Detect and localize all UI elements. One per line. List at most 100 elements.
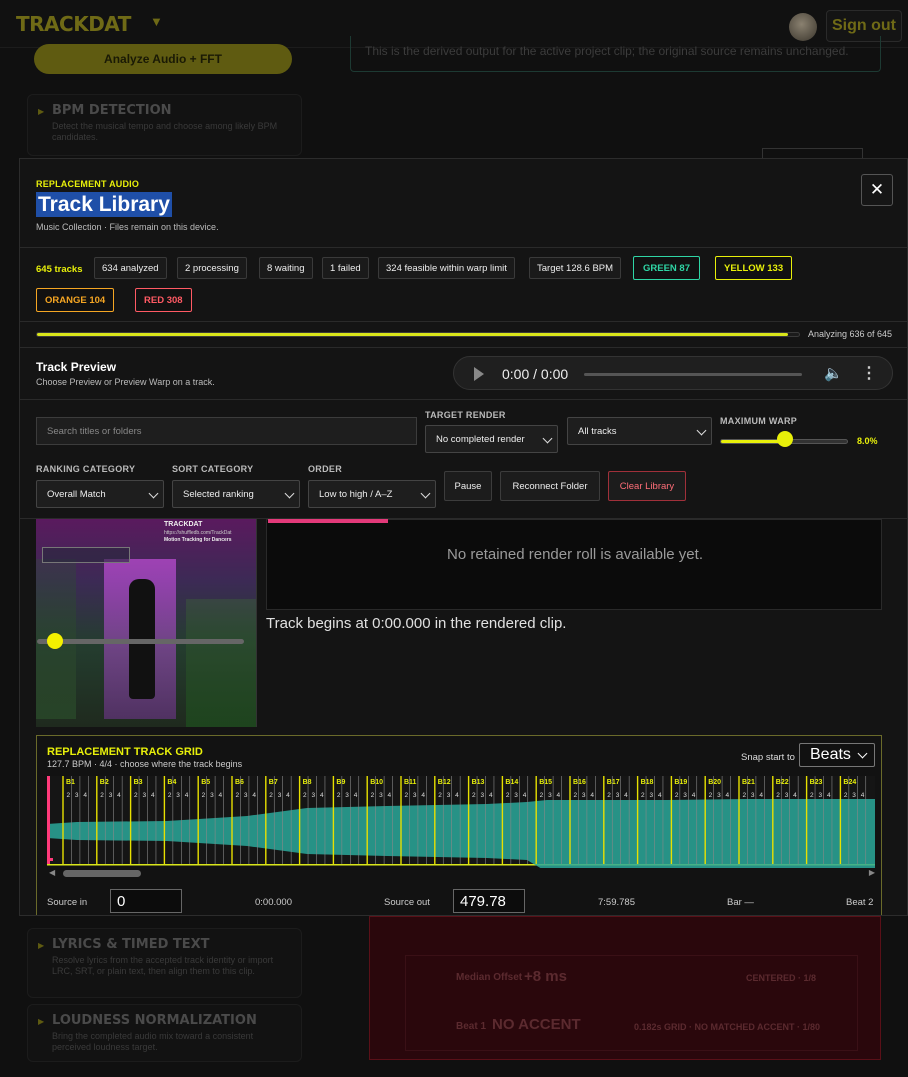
sort-select[interactable]: Selected ranking [172, 480, 300, 508]
source-out-time: 7:59.785 [598, 897, 635, 908]
divider [20, 399, 907, 400]
track-count: 645 tracks [36, 264, 83, 275]
sort-label: SORT CATEGORY [172, 464, 254, 474]
beat-label: 3 [582, 792, 586, 799]
beat-one-label: Beat 1 [456, 1021, 487, 1032]
beat-label: 2 [438, 792, 442, 799]
beat-label: 2 [709, 792, 713, 799]
side-card-bpm[interactable]: ▶ BPM DETECTION Detect the musical tempo… [27, 94, 302, 156]
video-preview[interactable]: TRACKDAT https://shuffledb.com/TrackDat … [36, 519, 257, 727]
video-overlay-panel [42, 547, 130, 563]
beat-label: 4 [354, 792, 358, 799]
scroll-right-icon[interactable]: ▶ [869, 868, 875, 877]
source-in-input[interactable]: 0 [110, 889, 182, 913]
beat-label: 2 [573, 792, 577, 799]
analyze-audio-button[interactable]: Analyze Audio + FFT [34, 44, 292, 74]
bar-label: B13 [472, 779, 485, 786]
side-card-lyrics[interactable]: ▶ LYRICS & TIMED TEXT Resolve lyrics fro… [27, 928, 302, 998]
audio-time: 0:00 / 0:00 [502, 366, 569, 382]
scroll-left-icon[interactable]: ◀ [49, 868, 55, 877]
beat-label: 4 [117, 792, 121, 799]
yellow-filter-chip[interactable]: YELLOW 133 [715, 256, 793, 280]
pause-button[interactable]: Pause [444, 471, 492, 501]
source-out-input[interactable]: 479.78 [453, 889, 525, 913]
orange-filter-chip[interactable]: ORANGE 104 [36, 288, 115, 312]
more-options-icon[interactable]: ⋮ [861, 363, 877, 383]
beat-label: 2 [371, 792, 375, 799]
source-in-label: Source in [47, 897, 88, 908]
clear-library-button[interactable]: Clear Library [608, 471, 686, 501]
reconnect-folder-button[interactable]: Reconnect Folder [500, 471, 600, 501]
chevron-down-icon[interactable]: ▼ [150, 14, 163, 29]
beat-label: 3 [278, 792, 282, 799]
beat-label: 4 [557, 792, 561, 799]
snap-select[interactable]: Beats [799, 743, 875, 767]
beat-label: 3 [785, 792, 789, 799]
bar-label: B4 [167, 779, 176, 786]
analysis-progress-bar [36, 332, 800, 337]
max-warp-thumb[interactable] [777, 431, 794, 447]
render-roll-panel: No retained render roll is available yet… [266, 519, 882, 610]
caret-right-icon: ▶ [38, 1017, 45, 1026]
beat-label: 4 [523, 792, 527, 799]
beat-label: 2 [168, 792, 172, 799]
beat-label: 3 [819, 792, 823, 799]
beat-label: 4 [658, 792, 662, 799]
beat-label: 3 [683, 792, 687, 799]
bar-label: B14 [505, 779, 518, 786]
divider [20, 347, 907, 348]
bar-label: B11 [404, 779, 417, 786]
side-card-loudness[interactable]: ▶ LOUDNESS NORMALIZATION Bring the compl… [27, 1004, 302, 1062]
target-render-value: No completed render [436, 433, 525, 445]
beat-label: 3 [717, 792, 721, 799]
brand-logo[interactable]: TRACKDAT [16, 12, 131, 36]
median-offset-status: CENTERED · 1/8 [746, 973, 817, 983]
target-render-select[interactable]: No completed render [425, 425, 558, 453]
side-card-title: LYRICS & TIMED TEXT [52, 937, 210, 952]
beat-label: 3 [751, 792, 755, 799]
beat-analysis-inner [405, 955, 858, 1051]
beat-label: 3 [548, 792, 552, 799]
beat-label: 2 [844, 792, 848, 799]
max-warp-value: 8.0% [857, 436, 878, 446]
audio-seek-bar[interactable] [584, 373, 802, 376]
target-render-label: TARGET RENDER [425, 410, 506, 420]
grid-scrollbar[interactable]: ◀ ▶ [47, 868, 875, 878]
video-scrubber-thumb[interactable] [47, 633, 63, 649]
ranking-select[interactable]: Overall Match [36, 480, 164, 508]
bar-label: B16 [573, 779, 586, 786]
green-filter-chip[interactable]: GREEN 87 [633, 256, 700, 280]
beat-label: 2 [641, 792, 645, 799]
preview-title: Track Preview [36, 360, 117, 374]
modal-subtitle: Music Collection · Files remain on this … [36, 222, 219, 232]
beat-label: 3 [413, 792, 417, 799]
processing-chip: 2 processing [177, 257, 247, 279]
median-offset-value: +8 ms [524, 968, 567, 985]
beat-label: 4 [151, 792, 155, 799]
search-input[interactable]: Search titles or folders [36, 417, 417, 445]
caret-right-icon: ▶ [38, 941, 45, 950]
beat-label: 4 [388, 792, 392, 799]
video-url-text: https://shuffledb.com/TrackDat [164, 530, 232, 536]
start-marker [47, 776, 50, 864]
tracks-select[interactable]: All tracks [567, 417, 712, 445]
bar-label: B21 [742, 779, 755, 786]
modal-eyebrow: REPLACEMENT AUDIO [36, 179, 140, 189]
play-icon[interactable] [474, 367, 484, 381]
snap-label: Snap start to [741, 752, 795, 763]
derived-output-note: This is the derived output for the activ… [350, 36, 881, 72]
close-button[interactable]: ✕ [861, 174, 893, 206]
volume-icon[interactable]: 🔈 [824, 364, 843, 382]
beat-grid-canvas[interactable]: B12 3 4B22 3 4B32 3 4B42 3 4B52 3 4B62 3 4B72 3 4B82 3 4… [47, 776, 875, 868]
bar-label: B12 [438, 779, 451, 786]
grid-scroll-thumb[interactable] [63, 870, 141, 877]
beat-label: 3 [650, 792, 654, 799]
beat-label: 3 [75, 792, 79, 799]
chevron-down-icon [420, 488, 431, 499]
bar-label: B8 [303, 779, 312, 786]
video-scrubber[interactable] [37, 639, 244, 644]
order-select[interactable]: Low to high / A–Z [308, 480, 436, 508]
red-filter-chip[interactable]: RED 308 [135, 288, 192, 312]
bar-label: B2 [100, 779, 109, 786]
analysis-progress-label: Analyzing 636 of 645 [808, 329, 893, 339]
